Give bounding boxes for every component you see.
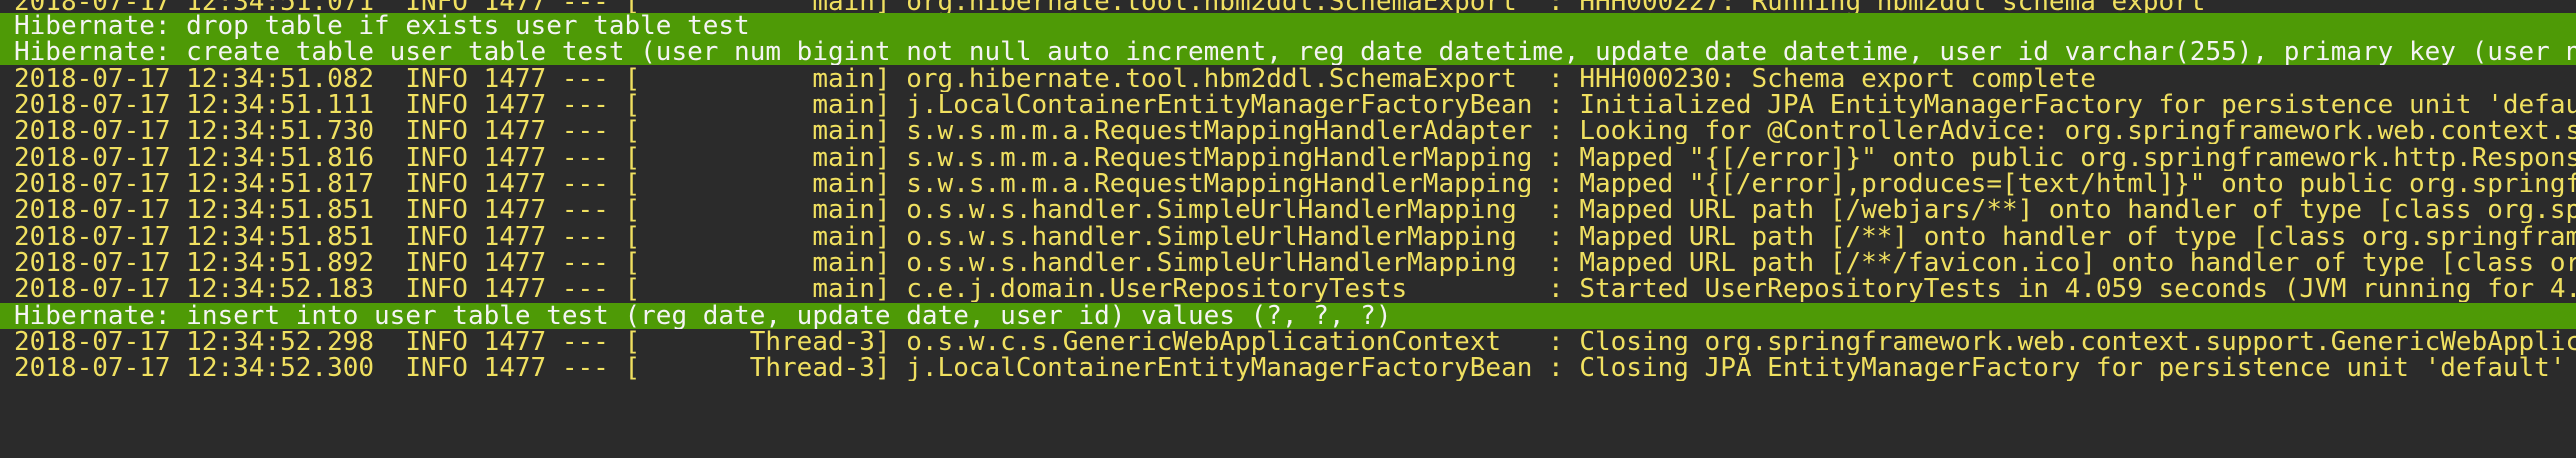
log-line: 2018-07-17 12:34:51.111 INFO 1477 --- [ … <box>14 92 2576 118</box>
log-line: 2018-07-17 12:34:52.183 INFO 1477 --- [ … <box>14 276 2576 302</box>
log-line: 2018-07-17 12:34:51.851 INFO 1477 --- [ … <box>14 224 2576 250</box>
log-line: 2018-07-17 12:34:52.300 INFO 1477 --- [ … <box>14 355 2566 381</box>
log-line: 2018-07-17 12:34:51.816 INFO 1477 --- [ … <box>14 145 2576 171</box>
hibernate-line: Hibernate: drop table if exists user_tab… <box>0 13 2576 39</box>
console-output[interactable]: 2018-07-17 12:34:51.071 INFO 1477 --- [ … <box>0 0 2576 458</box>
log-line: 2018-07-17 12:34:51.730 INFO 1477 --- [ … <box>14 118 2576 144</box>
log-line: 2018-07-17 12:34:51.082 INFO 1477 --- [ … <box>14 66 2096 92</box>
hibernate-line: Hibernate: insert into user_table_test (… <box>0 303 2576 329</box>
log-line: 2018-07-17 12:34:51.851 INFO 1477 --- [ … <box>14 197 2576 223</box>
log-line: 2018-07-17 12:34:52.298 INFO 1477 --- [ … <box>14 329 2576 355</box>
log-line: 2018-07-17 12:34:51.817 INFO 1477 --- [ … <box>14 171 2576 197</box>
hibernate-line: Hibernate: create table user_table_test … <box>0 39 2576 65</box>
log-line: 2018-07-17 12:34:51.892 INFO 1477 --- [ … <box>14 250 2576 276</box>
